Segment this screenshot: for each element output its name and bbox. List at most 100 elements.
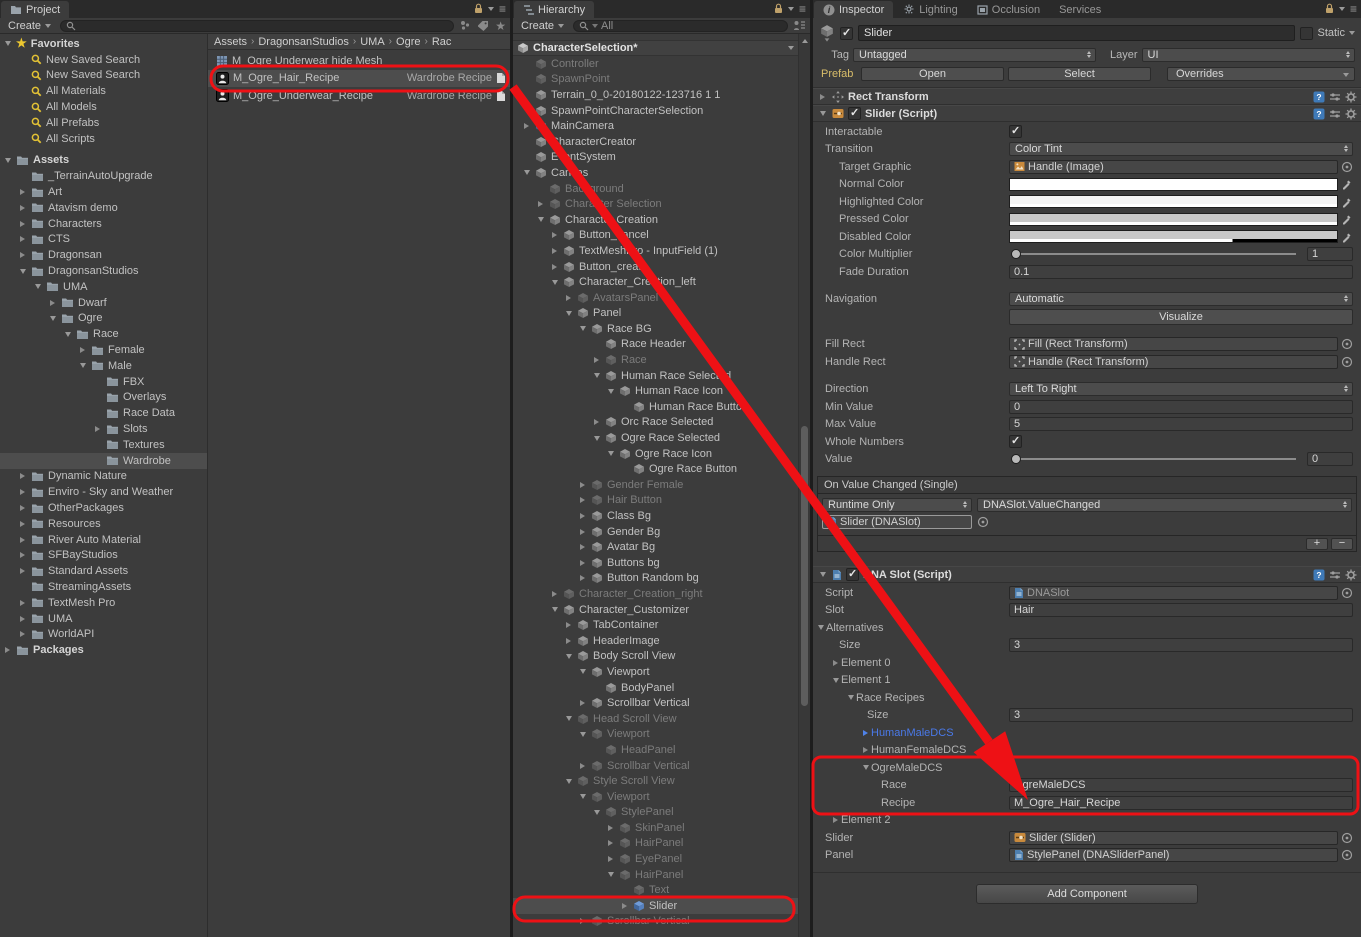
hierarchy-item[interactable]: Race Header <box>513 337 798 353</box>
dropdown[interactable]: Color Tint <box>1009 142 1353 156</box>
layer-dropdown[interactable]: UI <box>1142 48 1355 62</box>
foldout-arrow[interactable] <box>77 360 88 371</box>
hierarchy-item[interactable]: Ogre Race Selected <box>513 430 798 446</box>
text-field[interactable]: 0 <box>1009 400 1353 414</box>
gameobject-name-field[interactable]: Slider <box>858 25 1295 41</box>
project-tree-item[interactable]: Textures <box>0 437 207 453</box>
object-field[interactable]: DNASlot <box>1009 586 1338 600</box>
foldout-arrow[interactable] <box>17 566 28 577</box>
breadcrumb-item[interactable]: DragonsanStudios <box>258 36 349 48</box>
color-field[interactable] <box>1009 178 1338 191</box>
hierarchy-item[interactable]: Buttons bg <box>513 555 798 571</box>
prefab-open-button[interactable]: Open <box>861 67 1004 81</box>
project-tree-item[interactable]: Atavism demo <box>0 200 207 216</box>
foldout-arrow[interactable] <box>563 635 574 646</box>
favorites-filter-icon[interactable]: ★ <box>495 19 506 33</box>
hierarchy-item[interactable]: Button_cancel <box>513 228 798 244</box>
hierarchy-item[interactable]: Text <box>513 882 798 898</box>
project-tree-item[interactable]: Standard Assets <box>0 563 207 579</box>
tab-occlusion[interactable]: Occlusion <box>968 1 1049 18</box>
foldout-arrow[interactable] <box>17 250 28 261</box>
hierarchy-item[interactable]: Orc Race Selected <box>513 415 798 431</box>
project-tree-item[interactable]: All Prefabs <box>0 115 207 131</box>
color-field[interactable] <box>1009 213 1338 226</box>
hierarchy-item[interactable]: CharacterCreator <box>513 134 798 150</box>
hierarchy-item[interactable]: Hair Button <box>513 493 798 509</box>
event-target-object-field[interactable]: Slider (DNASlot) <box>822 515 972 529</box>
project-tree-item[interactable]: CTS <box>0 232 207 248</box>
prefab-select-button[interactable]: Select <box>1008 67 1151 81</box>
add-event-button[interactable]: + <box>1306 538 1328 550</box>
text-field[interactable]: 0.1 <box>1009 265 1353 279</box>
project-tree-item[interactable]: All Scripts <box>0 131 207 147</box>
label-filter-icon[interactable] <box>477 20 489 31</box>
hierarchy-item[interactable]: Background <box>513 181 798 197</box>
gameobject-cube-icon[interactable] <box>819 24 835 42</box>
hierarchy-item[interactable]: Ogre Race Icon <box>513 446 798 462</box>
foldout-arrow[interactable] <box>563 651 574 662</box>
hierarchy-item[interactable]: Canvas <box>513 165 798 181</box>
dropdown[interactable]: Left To Right <box>1009 382 1353 396</box>
project-tree-item[interactable]: Assets <box>0 153 207 169</box>
project-tree-item[interactable]: FBX <box>0 374 207 390</box>
project-tree-item[interactable]: Dragonsan <box>0 247 207 263</box>
text-field[interactable]: M_Ogre_Hair_Recipe <box>1009 796 1353 810</box>
foldout-arrow[interactable] <box>860 745 871 756</box>
foldout-arrow[interactable] <box>17 202 28 213</box>
foldout-arrow[interactable] <box>47 297 58 308</box>
foldout-arrow[interactable] <box>549 588 560 599</box>
foldout-arrow[interactable] <box>605 822 616 833</box>
foldout-arrow[interactable] <box>605 386 616 397</box>
project-tree-item[interactable]: _TerrainAutoUpgrade <box>0 168 207 184</box>
foldout-arrow[interactable] <box>830 815 841 826</box>
add-component-button[interactable]: Add Component <box>976 884 1198 904</box>
event-mode-dropdown[interactable]: Runtime Only <box>822 498 972 512</box>
breadcrumb-item[interactable]: Rac <box>432 36 452 48</box>
foldout-arrow[interactable] <box>549 604 560 615</box>
hierarchy-item[interactable]: SpawnPointCharacterSelection <box>513 103 798 119</box>
foldout-arrow[interactable] <box>17 629 28 640</box>
project-tree-item[interactable]: Packages <box>0 642 207 658</box>
hierarchy-item[interactable]: Slider <box>513 898 798 914</box>
foldout-arrow[interactable] <box>549 245 560 256</box>
foldout-arrow[interactable] <box>62 329 73 340</box>
hierarchy-item[interactable]: Character_Customizer <box>513 602 798 618</box>
foldout-arrow[interactable] <box>577 526 588 537</box>
project-tree-item[interactable]: UMA <box>0 611 207 627</box>
foldout-arrow[interactable] <box>17 597 28 608</box>
project-tree-item[interactable]: Ogre <box>0 311 207 327</box>
slider-value-field[interactable]: 0 <box>1307 452 1353 466</box>
foldout-arrow[interactable] <box>577 916 588 927</box>
hierarchy-item[interactable]: TextMeshPro - InputField (1) <box>513 243 798 259</box>
object-field[interactable]: Fill (Rect Transform) <box>1009 337 1338 351</box>
foldout-arrow[interactable] <box>17 518 28 529</box>
hierarchy-item[interactable]: Scrollbar Vertical <box>513 695 798 711</box>
hierarchy-item[interactable]: Human Race Icon <box>513 383 798 399</box>
project-tree-item[interactable]: Race Data <box>0 405 207 421</box>
hierarchy-item[interactable]: Avatar Bg <box>513 539 798 555</box>
panel-menu-icon[interactable]: ≡ <box>799 4 806 14</box>
prefab-overrides-dropdown[interactable]: Overrides <box>1167 67 1355 81</box>
object-field[interactable]: Slider (Slider) <box>1009 831 1338 845</box>
foldout-arrow[interactable] <box>17 234 28 245</box>
foldout-arrow[interactable] <box>860 727 871 738</box>
foldout-arrow[interactable] <box>17 266 28 277</box>
foldout-arrow[interactable] <box>521 121 532 132</box>
tab-inspector[interactable]: iInspector <box>814 1 893 18</box>
event-function-dropdown[interactable]: DNASlot.ValueChanged <box>977 498 1352 512</box>
foldout-arrow[interactable] <box>577 698 588 709</box>
hierarchy-item[interactable]: Panel <box>513 306 798 322</box>
project-tree-item[interactable]: WorldAPI <box>0 626 207 642</box>
panel-menu-icon[interactable]: ≡ <box>1350 4 1357 14</box>
foldout-arrow[interactable] <box>591 417 602 428</box>
hierarchy-item[interactable]: Controller <box>513 56 798 72</box>
project-tree-item[interactable]: Resources <box>0 516 207 532</box>
project-tree-item[interactable]: All Materials <box>0 83 207 99</box>
hierarchy-item[interactable]: Character Selection <box>513 196 798 212</box>
project-tree-item[interactable]: New Saved Search <box>0 68 207 84</box>
visualize-button[interactable]: Visualize <box>1009 309 1353 325</box>
lock-icon[interactable] <box>774 3 783 14</box>
remove-event-button[interactable]: − <box>1331 538 1353 550</box>
tab-hierarchy[interactable]: Hierarchy <box>514 1 594 18</box>
slider-value-field[interactable]: 1 <box>1307 247 1353 261</box>
